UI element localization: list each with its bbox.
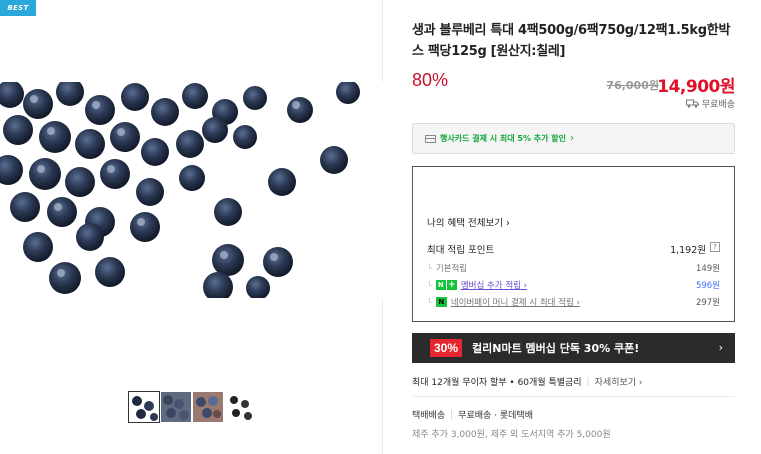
branch-icon: └ [427,280,432,290]
plus-icon: + [446,280,457,290]
installment-text: 최대 12개월 무이자 할부 • 60개월 특별금리 [412,378,582,388]
delivery-extra-fee: 제주 추가 3,000원, 제주 외 도서지역 추가 5,000원 [412,430,611,440]
npay-points-value: 297원 [695,298,720,308]
help-icon[interactable]: ? [710,242,720,252]
truck-icon [685,99,699,108]
thumbnail-strip [128,391,255,423]
benefit-box: 나의 혜택 전체보기 › 최대 적립 포인트 1,192원 ? └ 기본적립 1… [412,166,735,322]
card-promo-banner[interactable]: 행사카드 결제 시 최대 5% 추가 할인 › [412,123,735,154]
delivery-method: 택배배송 [412,411,446,421]
max-points-value: 1,192원 [670,245,706,256]
delivery-info: 택배배송 | 무료배송 · 롯데택배 [412,408,533,422]
thumbnail-4[interactable] [225,392,255,422]
product-main-image[interactable] [0,82,383,298]
divider-bar: | [586,376,590,387]
basic-points-row: └ 기본적립 149원 [427,262,720,275]
sale-price: 14,900원 [657,77,735,97]
membership-points-value: 596원 [695,281,720,291]
membership-n-icon: N [435,280,446,290]
max-points-label: 최대 적립 포인트 [427,245,495,256]
npay-points-row: └ N 네이버페이 머니 결제 시 최대 적립 › 297원 [427,296,720,308]
card-promo-text: 행사카드 결제 시 최대 5% 추가 할인 [440,134,566,143]
divider-bar: | [450,409,454,420]
membership-points-row: └ N + 멤버십 추가 적립 › 596원 [427,279,720,291]
thumbnail-2[interactable] [161,392,191,422]
shipping-label: 무료배송 [701,100,735,110]
max-points-row: 최대 적립 포인트 1,192원 ? [427,242,720,256]
view-all-benefits-link[interactable]: 나의 혜택 전체보기 › [427,215,510,229]
basic-points-value: 149원 [695,264,720,274]
chevron-right-icon: › [569,133,574,144]
installment-detail-link[interactable]: 자세히보기 › [595,375,643,388]
discount-rate: 80% [412,70,449,90]
section-divider [412,396,735,397]
branch-icon: └ [427,263,432,273]
installment-info: 최대 12개월 무이자 할부 • 60개월 특별금리 | 자세히보기 › [412,375,643,389]
coupon-percent-badge: 30% [430,339,463,357]
original-price: 76,000원 [606,79,659,92]
coupon-banner[interactable]: 30% 컬리N마트 멤버십 단독 30% 쿠폰! › [412,333,735,363]
membership-points-link[interactable]: 멤버십 추가 적립 › [461,279,527,291]
chevron-right-icon: › [718,341,723,354]
best-badge: BEST [0,0,36,16]
npay-points-link[interactable]: 네이버페이 머니 결제 시 최대 적립 › [451,296,580,308]
shipping-info: 무료배송 [685,97,735,110]
thumbnail-3[interactable] [193,392,223,422]
branch-icon: └ [427,297,432,307]
delivery-fee: 무료배송 · 롯데택배 [458,411,533,421]
coupon-text: 컬리N마트 멤버십 단독 30% 쿠폰! [472,342,640,355]
product-image-panel: BEST [0,0,383,454]
npay-icon: N [435,297,447,307]
product-title: 생과 블루베리 특대 4팩500g/6팩750g/12팩1.5kg한박스 팩당1… [412,23,731,59]
basic-points-label: 기본적립 [435,264,468,274]
thumbnail-1[interactable] [128,391,160,423]
credit-card-icon [425,134,436,143]
